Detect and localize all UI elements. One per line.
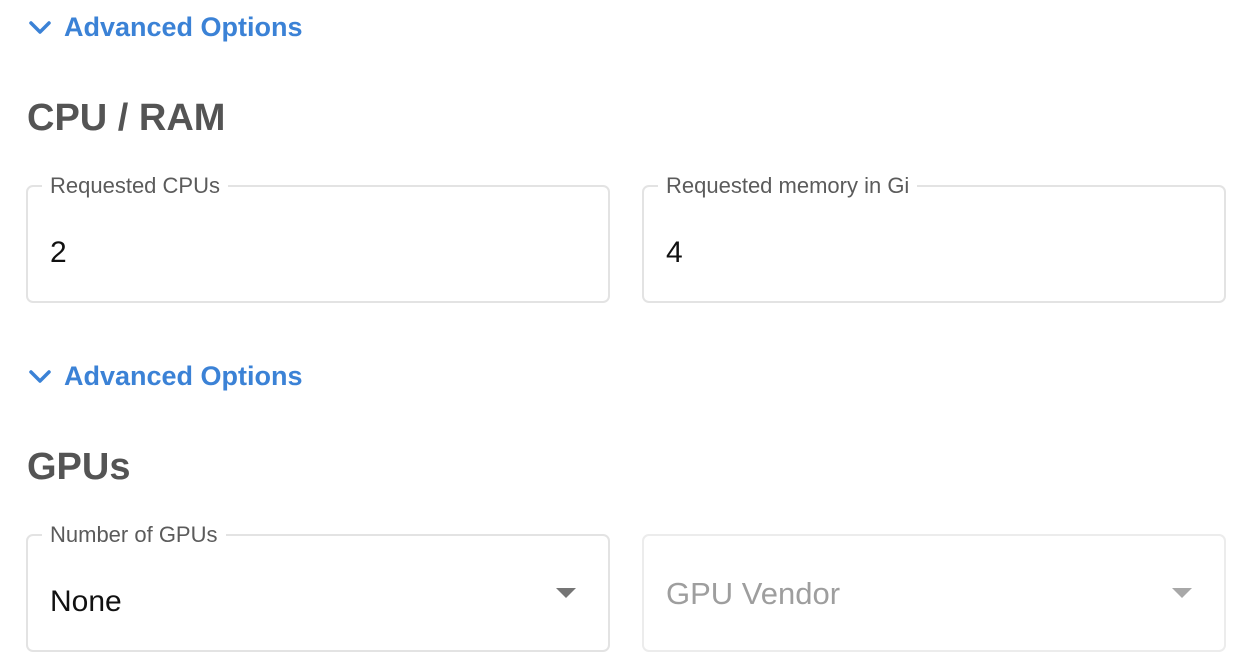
chevron-down-icon <box>29 369 51 383</box>
number-of-gpus-label: Number of GPUs <box>42 522 226 548</box>
section-title-gpus: GPUs <box>27 446 131 488</box>
number-of-gpus-value: None <box>50 585 122 618</box>
requested-memory-input[interactable]: 4 <box>666 235 683 271</box>
requested-cpus-field[interactable]: Requested CPUs 2 <box>26 173 610 303</box>
requested-cpus-input[interactable]: 2 <box>50 235 67 271</box>
requested-cpus-label: Requested CPUs <box>42 173 228 199</box>
advanced-options-toggle-middle[interactable]: Advanced Options <box>28 361 303 392</box>
caret-down-icon <box>556 588 576 598</box>
requested-memory-field[interactable]: Requested memory in Gi 4 <box>642 173 1226 303</box>
chevron-down-icon <box>29 20 51 34</box>
advanced-options-label: Advanced Options <box>64 361 303 391</box>
gpu-vendor-select[interactable]: GPU Vendor <box>642 534 1226 652</box>
gpu-vendor-placeholder: GPU Vendor <box>666 576 841 611</box>
number-of-gpus-select[interactable]: Number of GPUs None <box>26 522 610 652</box>
advanced-options-toggle-top[interactable]: Advanced Options <box>28 12 303 43</box>
caret-down-icon <box>1172 588 1192 598</box>
section-title-cpu-ram: CPU / RAM <box>27 97 226 139</box>
advanced-options-label: Advanced Options <box>64 12 303 42</box>
requested-memory-label: Requested memory in Gi <box>658 173 918 199</box>
